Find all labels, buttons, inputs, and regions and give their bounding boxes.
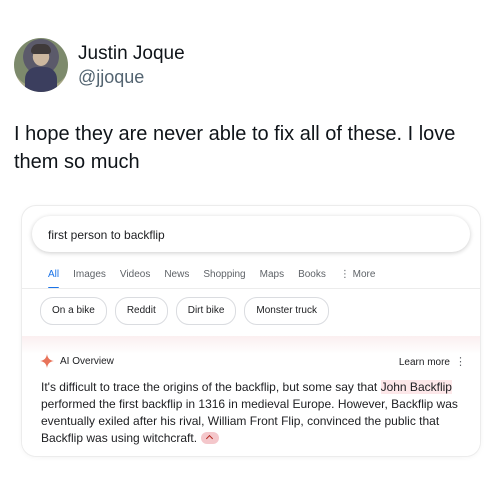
tweet-header: Justin Joque @jjoque	[14, 38, 185, 92]
ai-overview-title: AI Overview	[60, 355, 114, 367]
ai-text-part2: performed the first backflip in 1316 in …	[41, 397, 458, 445]
search-input[interactable]	[46, 216, 460, 254]
ai-text-highlight: John Backflip	[380, 380, 452, 394]
author-info: Justin Joque @jjoque	[78, 42, 185, 88]
sparkle-icon	[40, 354, 54, 368]
tweet-text: I hope they are never able to fix all of…	[14, 123, 456, 173]
ai-overview-header: AI Overview	[40, 354, 114, 368]
ai-overview-text: It's difficult to trace the origins of t…	[41, 379, 466, 447]
chevron-up-icon[interactable]	[201, 432, 220, 444]
refinement-chips: On a bike Reddit Dirt bike Monster truck	[40, 297, 337, 325]
tabs-divider	[22, 288, 480, 289]
ai-overview: AI Overview Learn more ⋮ It's difficult …	[22, 336, 480, 456]
chip-dirt-bike[interactable]: Dirt bike	[175, 297, 237, 325]
learn-more-link[interactable]: Learn more	[399, 357, 450, 368]
avatar[interactable]	[14, 38, 68, 92]
chip-reddit[interactable]: Reddit	[114, 297, 168, 325]
search-screenshot-card: All Images Videos News Shopping Maps Boo…	[22, 206, 480, 456]
author-handle[interactable]: @jjoque	[78, 66, 185, 88]
chip-on-a-bike[interactable]: On a bike	[40, 297, 107, 325]
search-box[interactable]	[32, 216, 470, 254]
author-name[interactable]: Justin Joque	[78, 42, 185, 66]
more-options-icon[interactable]: ⋮	[455, 356, 466, 368]
chip-monster-truck[interactable]: Monster truck	[244, 297, 329, 325]
ai-text-part1: It's difficult to trace the origins of t…	[41, 380, 381, 394]
